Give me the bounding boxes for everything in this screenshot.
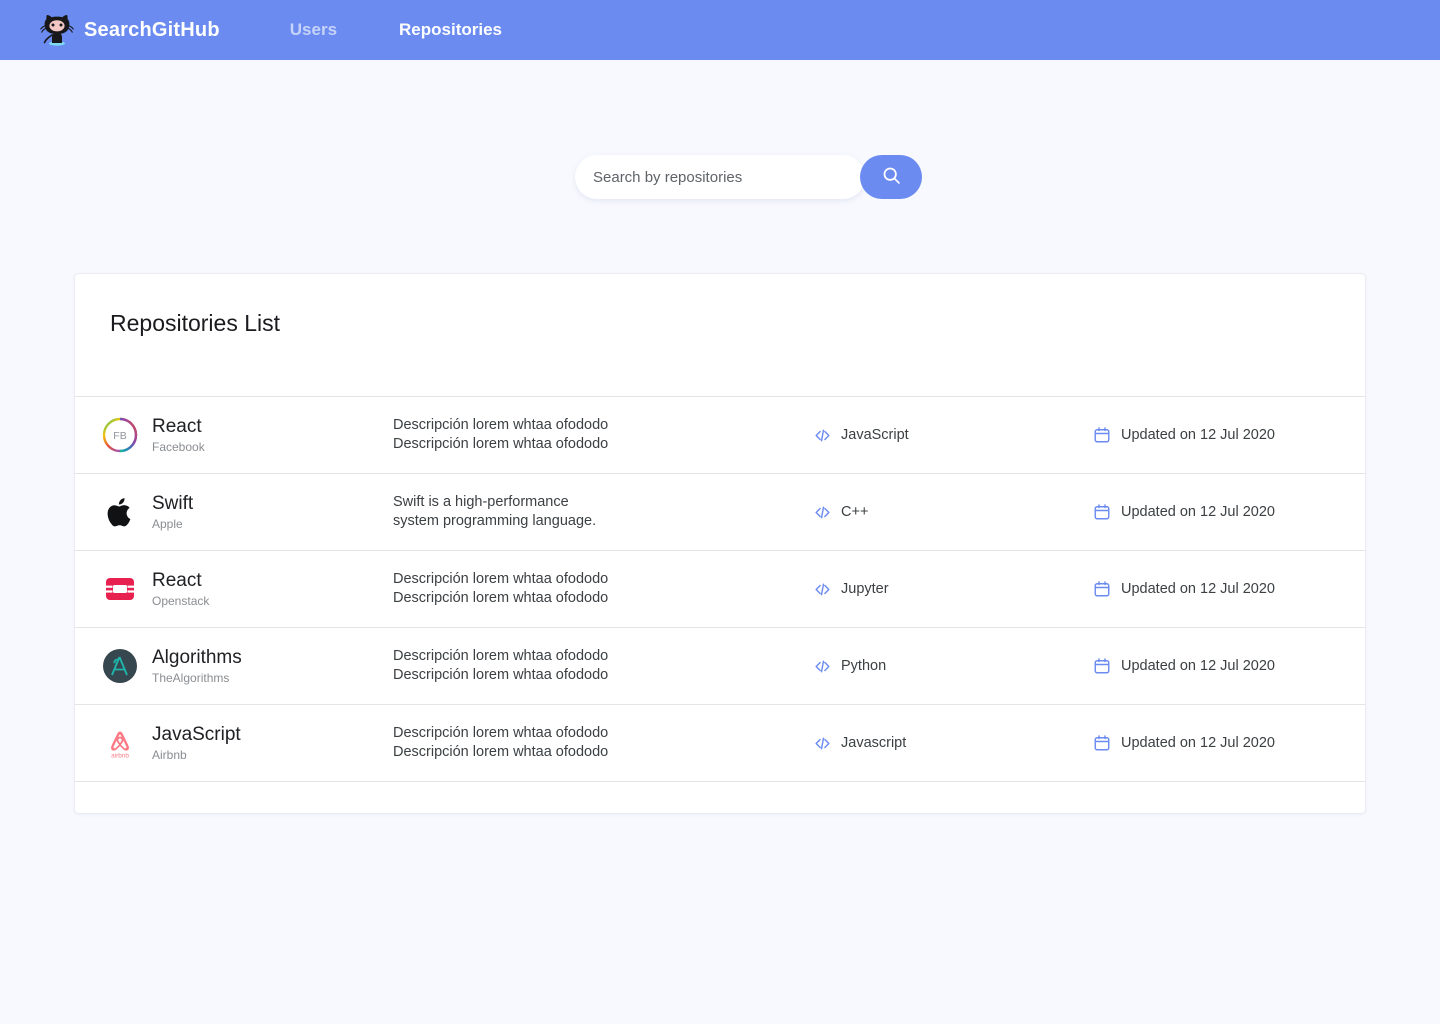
calendar-icon	[1093, 503, 1111, 521]
description-line-1: Descripción lorem whtaa ofododo	[393, 570, 609, 587]
repo-cell: airbnb JavaScript Airbnb	[75, 724, 393, 763]
svg-text:FB: FB	[113, 430, 126, 442]
description-cell: Descripción lorem whtaa ofododo Descripc…	[393, 570, 813, 608]
brand-name: SearchGitHub	[84, 18, 220, 41]
algorithms-avatar	[102, 648, 138, 684]
language-label: JavaScript	[841, 427, 909, 443]
repo-name: JavaScript	[152, 723, 241, 745]
language-label: Python	[841, 658, 887, 674]
code-icon	[813, 657, 832, 676]
language-cell: Python	[813, 657, 1093, 676]
brand-logo[interactable]: SearchGitHub	[40, 13, 220, 47]
language-label: Jupyter	[841, 581, 889, 597]
repo-owner: TheAlgorithms	[152, 671, 230, 686]
code-icon	[813, 734, 832, 753]
repo-cell: React Openstack	[75, 570, 393, 609]
repo-text: Swift Apple	[152, 493, 193, 532]
repo-owner: Airbnb	[152, 748, 187, 763]
octocat-icon	[40, 13, 74, 47]
table-row[interactable]: airbnb JavaScript Airbnb Descripción lor…	[75, 705, 1365, 782]
description-line-1: Swift is a high-performance	[393, 493, 569, 510]
updated-label: Updated on 12 Jul 2020	[1121, 504, 1275, 520]
code-icon	[813, 580, 832, 599]
repositories-card: Repositories List FB React Facebook Desc…	[74, 273, 1366, 814]
repo-owner: Facebook	[152, 440, 205, 455]
updated-label: Updated on 12 Jul 2020	[1121, 427, 1275, 443]
search-input[interactable]	[575, 155, 865, 199]
description-line-2: Descripción lorem whtaa ofododo	[393, 590, 609, 606]
repo-owner: Openstack	[152, 594, 210, 609]
repo-name: Swift	[152, 492, 194, 514]
repo-text: React Openstack	[152, 570, 209, 609]
updated-label: Updated on 12 Jul 2020	[1121, 581, 1275, 597]
updated-cell: Updated on 12 Jul 2020	[1093, 580, 1365, 598]
nav-item-repositories[interactable]: Repositories	[399, 20, 502, 40]
page-title: Repositories List	[110, 310, 281, 336]
updated-cell: Updated on 12 Jul 2020	[1093, 657, 1365, 675]
language-cell: Javascript	[813, 734, 1093, 753]
facebook-avatar: FB	[102, 417, 138, 453]
updated-cell: Updated on 12 Jul 2020	[1093, 734, 1365, 752]
repo-text: JavaScript Airbnb	[152, 724, 241, 763]
table-row[interactable]: React Openstack Descripción lorem whtaa …	[75, 551, 1365, 628]
updated-label: Updated on 12 Jul 2020	[1121, 735, 1275, 751]
repo-name: React	[152, 569, 202, 591]
repo-cell: Algorithms TheAlgorithms	[75, 647, 393, 686]
description-line-2: system programming language.	[393, 513, 597, 529]
table-row[interactable]: FB React Facebook Descripción lorem whta…	[75, 397, 1365, 474]
repo-text: Algorithms TheAlgorithms	[152, 647, 242, 686]
description-cell: Descripción lorem whtaa ofododo Descripc…	[393, 416, 813, 454]
repo-name: React	[152, 415, 202, 437]
repo-owner: Apple	[152, 517, 183, 532]
description-line-1: Descripción lorem whtaa ofododo	[393, 647, 609, 664]
description-cell: Swift is a high-performance system progr…	[393, 493, 813, 531]
calendar-icon	[1093, 580, 1111, 598]
calendar-icon	[1093, 734, 1111, 752]
table-row[interactable]: Algorithms TheAlgorithms Descripción lor…	[75, 628, 1365, 705]
airbnb-avatar: airbnb	[102, 725, 138, 761]
top-navigation-bar: SearchGitHub Users Repositories	[0, 0, 1440, 60]
search-icon	[881, 165, 902, 189]
description-line-2: Descripción lorem whtaa ofododo	[393, 436, 609, 452]
code-icon	[813, 503, 832, 522]
language-label: Javascript	[841, 735, 907, 751]
calendar-icon	[1093, 657, 1111, 675]
nav-item-users[interactable]: Users	[290, 20, 337, 40]
description-cell: Descripción lorem whtaa ofododo Descripc…	[393, 724, 813, 762]
search-button[interactable]	[860, 155, 922, 199]
calendar-icon	[1093, 426, 1111, 444]
language-cell: C++	[813, 503, 1093, 522]
repo-text: React Facebook	[152, 416, 205, 455]
search-section	[0, 155, 1440, 199]
table-row[interactable]: Swift Apple Swift is a high-performance …	[75, 474, 1365, 551]
language-cell: JavaScript	[813, 426, 1093, 445]
repo-cell: FB React Facebook	[75, 416, 393, 455]
description-line-2: Descripción lorem whtaa ofododo	[393, 744, 609, 760]
search-bar	[575, 155, 922, 199]
updated-cell: Updated on 12 Jul 2020	[1093, 426, 1365, 444]
card-header: Repositories List	[75, 274, 1365, 397]
apple-avatar	[102, 494, 138, 530]
description-cell: Descripción lorem whtaa ofododo Descripc…	[393, 647, 813, 685]
updated-cell: Updated on 12 Jul 2020	[1093, 503, 1365, 521]
language-label: C++	[841, 504, 869, 520]
code-icon	[813, 426, 832, 445]
svg-text:airbnb: airbnb	[111, 752, 129, 759]
repo-name: Algorithms	[152, 646, 242, 668]
description-line-1: Descripción lorem whtaa ofododo	[393, 416, 609, 433]
updated-label: Updated on 12 Jul 2020	[1121, 658, 1275, 674]
description-line-1: Descripción lorem whtaa ofododo	[393, 724, 609, 741]
language-cell: Jupyter	[813, 580, 1093, 599]
repo-cell: Swift Apple	[75, 493, 393, 532]
card-footer	[75, 782, 1365, 813]
description-line-2: Descripción lorem whtaa ofododo	[393, 667, 609, 683]
openstack-avatar	[102, 571, 138, 607]
